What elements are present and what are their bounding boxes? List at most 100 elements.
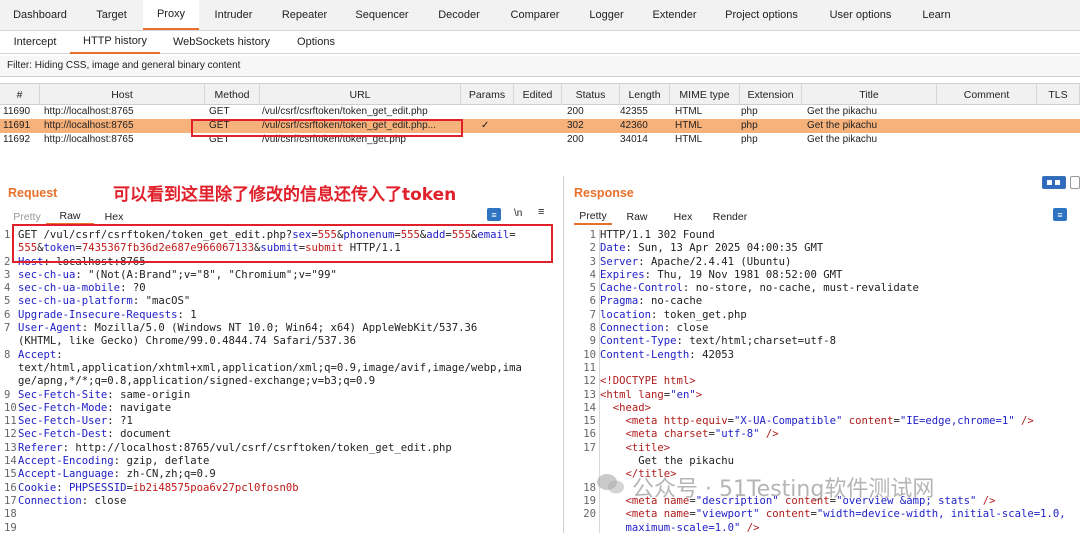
attr-name: lang (638, 388, 664, 401)
header-name: sec-ch-ua-mobile (18, 282, 121, 295)
layout-alt-icon[interactable] (1070, 176, 1080, 189)
line-number: 12 (583, 375, 596, 388)
row-mime: HTML (675, 134, 703, 145)
row-length: 34014 (620, 134, 648, 145)
tab-comparer[interactable]: Comparer (495, 0, 575, 30)
col-mime-type[interactable]: MIME type (670, 84, 740, 105)
col-url[interactable]: URL (260, 84, 461, 105)
attr-name: name (663, 508, 690, 521)
col-title[interactable]: Title (802, 84, 937, 105)
table-header: # Host Method URL Params Edited Status L… (0, 83, 1080, 105)
line-number: 4 (4, 282, 11, 295)
table-row-selected[interactable]: 11691 http://localhost:8765 GET /vul/csr… (0, 119, 1080, 133)
line-number: 5 (4, 295, 11, 308)
header-name: Accept-Encoding (18, 455, 114, 468)
tab-extender[interactable]: Extender (638, 0, 711, 30)
tab-sequencer[interactable]: Sequencer (341, 0, 423, 30)
tab-project-options[interactable]: Project options (711, 0, 812, 30)
line-number: 8 (589, 322, 596, 335)
line-number: 14 (4, 455, 17, 468)
tab-hex[interactable]: Hex (94, 208, 134, 225)
line-number: 20 (583, 508, 596, 521)
tab-hex[interactable]: Hex (662, 208, 704, 225)
col-extension[interactable]: Extension (740, 84, 802, 105)
cookie-name: PHPSESSID (69, 481, 127, 494)
layout-split-icon[interactable] (1042, 176, 1066, 189)
row-status: 302 (567, 120, 584, 131)
tab-dashboard[interactable]: Dashboard (0, 0, 80, 30)
tab-logger[interactable]: Logger (575, 0, 638, 30)
row-status: 200 (567, 106, 584, 117)
row-host: http://localhost:8765 (44, 134, 134, 145)
menu-icon[interactable]: ≡ (538, 206, 544, 218)
header-name: Sec-Fetch-Site (18, 388, 108, 401)
tab-render[interactable]: Render (704, 208, 756, 225)
line-number: 10 (583, 348, 596, 361)
line-number: 16 (4, 481, 17, 494)
line-number: 2 (589, 242, 596, 255)
request-editor[interactable]: 1 GET /vul/csrf/csrftoken/token_get_edit.… (4, 229, 556, 533)
subtab-http-history[interactable]: HTTP history (70, 31, 160, 54)
newline-toggle-icon[interactable]: \n (514, 208, 522, 219)
tag-end: /> (740, 521, 760, 533)
header-name: Pragma (600, 295, 639, 308)
header-name: Content-Type (600, 335, 677, 348)
tab-user-options[interactable]: User options (812, 0, 909, 30)
header-value: no-cache (644, 295, 703, 308)
header-name: Sec-Fetch-Dest (18, 428, 108, 441)
subtab-options[interactable]: Options (283, 31, 349, 54)
col-edited[interactable]: Edited (514, 84, 562, 105)
line-number: 3 (4, 268, 11, 281)
subtab-websockets-history[interactable]: WebSockets history (160, 31, 283, 54)
line-number: 5 (589, 282, 596, 295)
highlight-box-selected-row (191, 119, 463, 137)
line-number: 19 (583, 494, 596, 507)
header-value: close (670, 322, 709, 335)
header-name: Cache-Control (600, 282, 683, 295)
tab-intruder[interactable]: Intruder (199, 0, 268, 30)
header-value: "(Not(A:Brand";v="8", "Chromium";v="99" (81, 268, 337, 281)
tab-learn[interactable]: Learn (909, 0, 964, 30)
tab-target[interactable]: Target (80, 0, 143, 30)
line-number: 15 (583, 415, 596, 428)
col-host[interactable]: Host (40, 84, 205, 105)
col-comment[interactable]: Comment (937, 84, 1037, 105)
header-value-cont: ge/apng,*/*;q=0.8,application/signed-exc… (18, 375, 376, 388)
line-number: 12 (4, 428, 17, 441)
header-value: ?0 (126, 282, 146, 295)
col-method[interactable]: Method (205, 84, 260, 105)
col-status[interactable]: Status (562, 84, 620, 105)
tab-repeater[interactable]: Repeater (268, 0, 341, 30)
header-name: location (600, 308, 652, 321)
col-tls[interactable]: TLS (1037, 84, 1080, 105)
col-length[interactable]: Length (620, 84, 670, 105)
header-value: Apache/2.4.41 (Ubuntu) (644, 255, 792, 268)
line-number: 9 (4, 388, 11, 401)
tab-decoder[interactable]: Decoder (423, 0, 495, 30)
tab-raw[interactable]: Raw (46, 208, 94, 225)
col-num[interactable]: # (0, 84, 40, 105)
header-name: sec-ch-ua (18, 268, 76, 281)
line-number: 17 (4, 494, 17, 507)
pane-divider[interactable] (563, 176, 564, 533)
tab-raw[interactable]: Raw (612, 208, 662, 225)
header-value: ?1 (113, 415, 133, 428)
word-wrap-icon[interactable]: ≡ (1053, 208, 1067, 221)
header-name: Accept-Language (18, 468, 114, 481)
col-params[interactable]: Params (461, 84, 514, 105)
line-number: 11 (583, 361, 596, 374)
subtab-intercept[interactable]: Intercept (0, 31, 70, 54)
row-status: 200 (567, 134, 584, 145)
header-name: Server (600, 255, 639, 268)
tab-proxy[interactable]: Proxy (143, 0, 199, 30)
tab-pretty[interactable]: Pretty (574, 208, 612, 225)
header-value: Mozilla/5.0 (Windows NT 10.0; Win64; x64… (88, 322, 478, 335)
table-row[interactable]: 11690 http://localhost:8765 GET /vul/csr… (0, 105, 1080, 119)
header-name: Connection (18, 494, 82, 507)
filter-bar[interactable]: Filter: Hiding CSS, image and general bi… (0, 56, 1080, 77)
status-line: HTTP/1.1 302 Found (600, 229, 715, 241)
table-row[interactable]: 11692 http://localhost:8765 GET /vul/csr… (0, 133, 1080, 147)
tab-pretty[interactable]: Pretty (8, 208, 46, 225)
word-wrap-icon[interactable]: ≡ (487, 208, 501, 221)
header-value: document (113, 428, 172, 441)
